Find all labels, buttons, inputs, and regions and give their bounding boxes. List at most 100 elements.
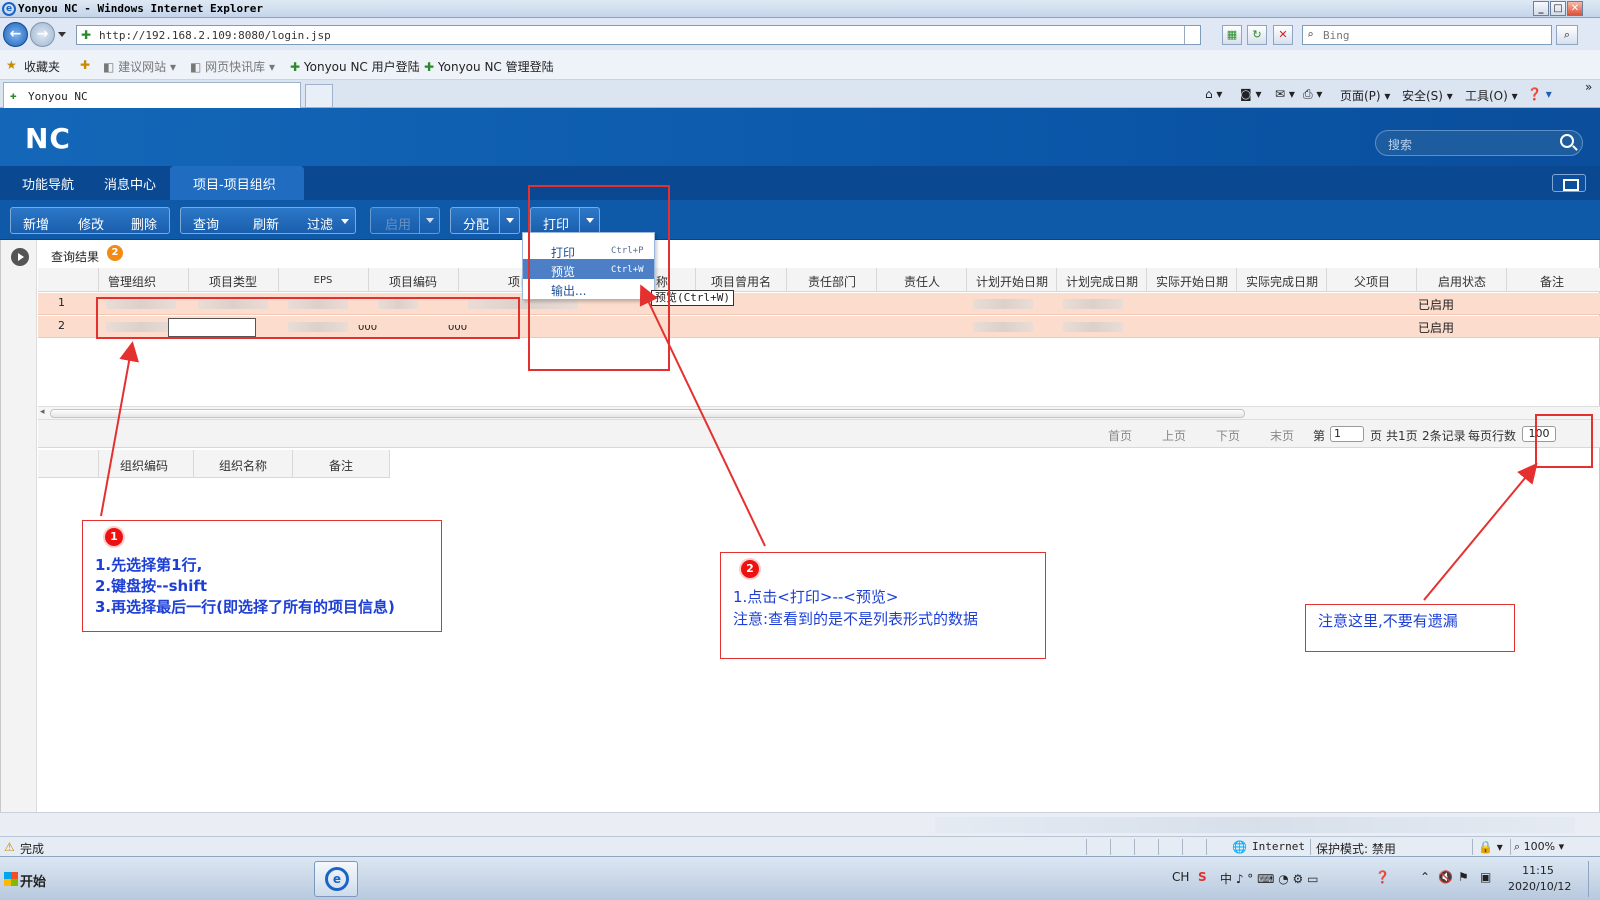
scroll-left-icon[interactable]: ◂ xyxy=(40,407,45,417)
filter-dropdown-icon[interactable] xyxy=(341,219,349,224)
filter-button[interactable]: 过滤 xyxy=(307,214,333,233)
col-org-name[interactable]: 组织名称 xyxy=(219,457,267,474)
annotation-line: 2.键盘按--shift xyxy=(95,577,208,595)
favorites-button[interactable]: 收藏夹 xyxy=(24,58,60,75)
server-manager-icon[interactable] xyxy=(70,861,114,897)
address-bar[interactable]: ✚ http://192.168.2.109:8080/login.jsp xyxy=(76,25,1201,45)
ie-taskbar-icon[interactable]: e xyxy=(314,861,358,897)
safety-menu[interactable]: 安全(S) ▾ xyxy=(1402,87,1453,104)
browser-search-input[interactable]: ⌕ Bing xyxy=(1302,25,1552,45)
enable-dropdown-icon[interactable] xyxy=(419,208,439,233)
add-button[interactable]: 新增 xyxy=(23,214,49,233)
compat-view-icon[interactable]: ▦ xyxy=(1222,25,1242,45)
col-actual-start[interactable]: 实际开始日期 xyxy=(1148,273,1236,290)
history-dropdown-icon[interactable] xyxy=(58,32,66,37)
nc-toolbar: 新增 修改 删除 查询 刷新 过滤 启用 分配 打印 xyxy=(0,200,1600,240)
col-owner[interactable]: 责任人 xyxy=(878,273,966,290)
zoom-control[interactable]: ⌕ 100% ▾ xyxy=(1514,840,1564,854)
show-desktop-button[interactable] xyxy=(1588,861,1598,897)
stop-icon[interactable]: ✕ xyxy=(1273,25,1293,45)
fav-admin-login[interactable]: ✚ Yonyou NC 管理登陆 xyxy=(424,58,554,75)
col-project-type[interactable]: 项目类型 xyxy=(190,273,276,290)
col-parent[interactable]: 父项目 xyxy=(1328,273,1416,290)
network-icon[interactable]: ▣ xyxy=(1480,870,1491,884)
print-icon[interactable]: ⎙ ▾ xyxy=(1303,87,1322,102)
col-plan-start[interactable]: 计划开始日期 xyxy=(968,273,1056,290)
nc-search-input[interactable]: 搜索 xyxy=(1375,130,1583,156)
row-status: 已启用 xyxy=(1418,298,1455,312)
col-org-remark[interactable]: 备注 xyxy=(329,457,353,474)
col-plan-end[interactable]: 计划完成日期 xyxy=(1058,273,1146,290)
favorites-star-icon[interactable]: ★ xyxy=(6,58,17,72)
search-icon[interactable] xyxy=(1560,134,1574,148)
next-page-button[interactable]: 下页 xyxy=(1216,427,1240,444)
notepad-icon[interactable] xyxy=(264,861,308,897)
explorer-icon[interactable] xyxy=(168,861,212,897)
tab-function-nav[interactable]: 功能导航 xyxy=(22,174,74,193)
system-clock[interactable]: 11:15 2020/10/12 xyxy=(1508,863,1571,895)
refresh-button[interactable]: 刷新 xyxy=(253,214,279,233)
last-page-button[interactable]: 末页 xyxy=(1270,427,1294,444)
maximize-button[interactable]: □ xyxy=(1550,1,1566,16)
cmd-icon[interactable] xyxy=(216,861,260,897)
col-former-name[interactable]: 项目曾用名 xyxy=(697,273,785,290)
col-mgmt-org[interactable]: 管理组织 xyxy=(108,273,156,290)
scroll-thumb[interactable] xyxy=(50,409,1245,418)
first-page-button[interactable]: 首页 xyxy=(1108,427,1132,444)
address-dropdown-icon[interactable] xyxy=(1184,26,1200,44)
expand-panel-icon[interactable] xyxy=(11,248,29,266)
fav-user-login[interactable]: ✚ Yonyou NC 用户登陆 xyxy=(290,58,420,75)
col-eps[interactable]: EPS xyxy=(280,275,366,286)
tab-project-org[interactable]: 项目-项目组织 xyxy=(193,174,276,193)
back-button[interactable]: ← xyxy=(3,22,28,47)
assign-button[interactable]: 分配 xyxy=(463,214,489,233)
col-project-code[interactable]: 项目编码 xyxy=(370,273,456,290)
start-button[interactable]: 开始 xyxy=(2,865,50,893)
page-menu[interactable]: 页面(P) ▾ xyxy=(1340,87,1390,104)
page-number-input[interactable]: 1 xyxy=(1330,426,1364,442)
col-org-code[interactable]: 组织编码 xyxy=(120,457,168,474)
help-tray-icon[interactable]: ❓ xyxy=(1375,870,1390,884)
ime-toolbar-icons[interactable]: 中 ♪ ° ⌨ ◔ ⚙ ▭ xyxy=(1220,870,1318,887)
close-button[interactable]: ✕ xyxy=(1567,1,1583,16)
restore-window-icon[interactable] xyxy=(1552,174,1586,192)
tab-message-center[interactable]: 消息中心 xyxy=(104,174,156,193)
chevron-icon[interactable]: » xyxy=(1585,80,1592,94)
volume-icon[interactable]: 🔇 xyxy=(1438,870,1453,884)
edit-button[interactable]: 修改 xyxy=(78,214,104,233)
ie-logo-icon: e xyxy=(2,2,16,16)
col-department[interactable]: 责任部门 xyxy=(788,273,876,290)
browser-tab[interactable]: ✚ Yonyou NC xyxy=(3,82,301,108)
help-icon[interactable]: ❓ ▾ xyxy=(1527,87,1552,101)
search-go-icon[interactable]: ⌕ xyxy=(1556,25,1578,45)
new-tab-button[interactable] xyxy=(305,84,333,108)
delete-button[interactable]: 删除 xyxy=(131,214,157,233)
minimize-button[interactable]: _ xyxy=(1533,1,1549,16)
grid-horizontal-scrollbar[interactable]: ◂ xyxy=(38,406,1600,420)
annotation-line: 3.再选择最后一行(即选择了所有的项目信息) xyxy=(95,598,395,616)
col-status[interactable]: 启用状态 xyxy=(1418,273,1506,290)
forward-button[interactable]: → xyxy=(30,22,55,47)
enable-button[interactable]: 启用 xyxy=(385,214,411,233)
prev-page-button[interactable]: 上页 xyxy=(1162,427,1186,444)
powershell-icon[interactable] xyxy=(120,861,164,897)
assign-dropdown-icon[interactable] xyxy=(499,208,519,233)
tools-menu[interactable]: 工具(O) ▾ xyxy=(1465,87,1518,104)
home-icon[interactable]: ⌂ ▾ xyxy=(1205,87,1222,101)
flag-icon[interactable]: ⚑ xyxy=(1458,870,1469,884)
feeds-icon[interactable]: ◙ ▾ xyxy=(1240,87,1261,101)
fav-webslice[interactable]: ◧ 网页快讯库 ▾ xyxy=(190,58,275,75)
col-remark[interactable]: 备注 xyxy=(1508,273,1596,290)
annotation-1: 1 1.先选择第1行, 2.键盘按--shift 3.再选择最后一行(即选择了所… xyxy=(82,520,442,632)
mail-icon[interactable]: ✉ ▾ xyxy=(1275,87,1295,101)
fav-suggested-sites[interactable]: ◧ 建议网站 ▾ xyxy=(103,58,176,75)
security-icon[interactable]: 🔒 ▾ xyxy=(1478,840,1503,854)
page-suffix: 页 xyxy=(1370,429,1383,443)
ime-icon[interactable]: S xyxy=(1198,870,1207,884)
col-actual-end[interactable]: 实际完成日期 xyxy=(1238,273,1326,290)
tray-overflow-icon[interactable]: ⌃ xyxy=(1420,870,1430,884)
lang-indicator[interactable]: CH xyxy=(1172,870,1189,884)
add-favorite-icon[interactable]: ✚ xyxy=(80,58,90,72)
query-button[interactable]: 查询 xyxy=(193,214,219,233)
refresh-icon[interactable]: ↻ xyxy=(1247,25,1267,45)
